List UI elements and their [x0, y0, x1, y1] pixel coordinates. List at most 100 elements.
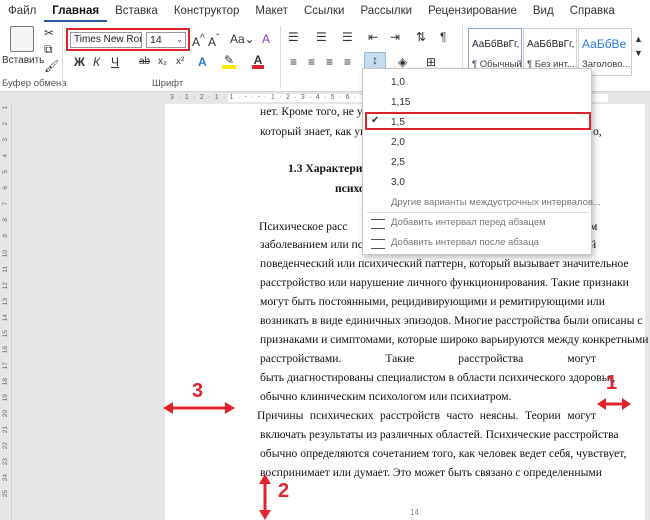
font-group-label: Шрифт — [152, 78, 184, 89]
vruler-num: 21 — [2, 426, 9, 434]
vruler-num: 10 — [2, 250, 9, 258]
font-selector-highlight: Times New Rom 14 ⌄ — [66, 28, 190, 51]
document-line: возникать в виде единичных эпизодов. Мно… — [260, 314, 643, 327]
chevron-down-icon[interactable]: ⌄ — [176, 33, 183, 47]
sort-icon[interactable]: ⇅ — [416, 30, 426, 44]
font-name-input[interactable]: Times New Rom — [70, 32, 142, 48]
vruler-num: 22 — [2, 442, 9, 450]
document-line: поведенческий или психический паттерн, к… — [260, 257, 629, 270]
space-after-icon — [371, 239, 385, 249]
vruler-num: 23 — [2, 458, 9, 466]
align-right-icon[interactable]: ≡ — [326, 55, 333, 69]
increase-indent-icon[interactable]: ⇥ — [390, 30, 400, 44]
tab-references[interactable]: Ссылки — [296, 0, 353, 22]
document-line: быть диагностированы специалистом в обла… — [260, 371, 616, 384]
document-line: расстройство или нарушение личного функц… — [260, 276, 629, 289]
spacing-option-3-0[interactable]: 3,0 — [391, 177, 405, 188]
document-line: включать результаты из различных областе… — [260, 428, 619, 441]
shading-icon[interactable]: ◈ — [398, 55, 407, 69]
strikethrough-icon[interactable]: ab — [139, 55, 150, 69]
cut-icon[interactable]: ✂ — [44, 26, 54, 40]
paste-button[interactable]: Вставить — [2, 54, 44, 68]
font-name-value: Times New Rom — [74, 34, 142, 45]
tab-layout[interactable]: Макет — [247, 0, 296, 22]
vertical-ruler[interactable]: 1 2 3 4 5 6 7 8 9 10 11 12 13 14 15 16 1… — [0, 104, 12, 520]
spacing-option-1-0[interactable]: 1,0 — [391, 77, 405, 88]
spacing-option-1-5[interactable]: 1,5 — [391, 117, 405, 128]
subscript-icon[interactable]: x₂ — [158, 55, 167, 69]
document-line: обычно клиническим психологом или психиа… — [260, 390, 512, 403]
tab-mailings[interactable]: Рассылки — [352, 0, 420, 22]
underline-icon[interactable]: Ч — [111, 55, 119, 69]
add-space-before[interactable]: Добавить интервал перед абзацем — [391, 217, 546, 228]
document-line-fragment: й — [590, 238, 597, 251]
document-line: признаками и симптомами, которые широко … — [260, 333, 649, 346]
space-before-icon — [371, 219, 385, 229]
spacing-option-1-15[interactable]: 1,15 — [391, 97, 410, 108]
font-color-icon[interactable]: A — [252, 53, 264, 69]
tab-home[interactable]: Главная — [44, 0, 108, 22]
styles-scroll-icon[interactable]: ▲ ▼ — [634, 32, 643, 60]
vruler-num: 17 — [2, 362, 9, 370]
spacing-option-2-0[interactable]: 2,0 — [391, 137, 405, 148]
tab-file[interactable]: Файл — [0, 0, 44, 22]
numbering-icon[interactable]: ☰ — [316, 30, 327, 44]
grow-font-icon[interactable]: A^ — [192, 32, 205, 49]
borders-icon[interactable]: ⊞ — [426, 55, 436, 69]
annotation-number-2: 2 — [278, 480, 290, 502]
italic-icon[interactable]: К — [93, 55, 100, 69]
vruler-num: 19 — [2, 394, 9, 402]
spacing-option-2-5[interactable]: 2,5 — [391, 157, 405, 168]
document-line-fragment: о, — [593, 125, 602, 138]
vruler-num: 14 — [2, 314, 9, 322]
vruler-num: 1 — [2, 106, 9, 110]
vruler-num: 13 — [2, 298, 9, 306]
text-effects-icon[interactable]: A — [198, 55, 207, 69]
vruler-num: 24 — [2, 474, 9, 482]
font-size-input[interactable]: 14 ⌄ — [146, 32, 186, 48]
justify-icon[interactable]: ≡ — [344, 55, 351, 69]
document-line: обычно определяются сочетанием того, как… — [260, 447, 627, 460]
shrink-font-icon[interactable]: Aˇ — [208, 32, 219, 49]
check-icon: ✔ — [371, 115, 380, 126]
font-size-value: 14 — [150, 34, 162, 46]
paste-icon[interactable] — [10, 26, 34, 52]
bullets-icon[interactable]: ☰ — [288, 30, 299, 44]
multilevel-list-icon[interactable]: ☰ — [342, 30, 353, 44]
separator — [280, 26, 281, 88]
show-marks-icon[interactable]: ¶ — [440, 30, 446, 44]
clear-formatting-icon[interactable]: A — [262, 32, 270, 46]
tab-insert[interactable]: Вставка — [107, 0, 166, 22]
vruler-num: 11 — [2, 266, 9, 273]
align-left-icon[interactable]: ≡ — [290, 55, 297, 69]
vruler-num: 12 — [2, 282, 9, 290]
align-center-icon[interactable]: ≡ — [308, 55, 315, 69]
vruler-num: 6 — [2, 186, 9, 190]
decrease-indent-icon[interactable]: ⇤ — [368, 30, 378, 44]
more-spacing-options[interactable]: Другие варианты междустрочных интервалов… — [391, 197, 601, 208]
vruler-num: 25 — [2, 490, 9, 498]
style-preview: АаБбВвГг, — [527, 39, 575, 50]
tab-design[interactable]: Конструктор — [166, 0, 248, 22]
style-preview: АаБбВе — [582, 37, 627, 51]
superscript-icon[interactable]: x² — [176, 55, 184, 69]
change-case-icon[interactable]: Aa⌄ — [230, 32, 255, 46]
vruler-num: 7 — [2, 202, 9, 206]
vruler-num: 16 — [2, 346, 9, 354]
bold-icon[interactable]: Ж — [74, 55, 85, 69]
line-spacing-menu: 1,0 1,15 ✔ 1,5 2,0 2,5 3,0 Другие вариан… — [362, 68, 601, 255]
copy-icon[interactable]: ⧉ — [44, 42, 53, 56]
separator — [62, 26, 63, 88]
vruler-num: 2 — [2, 122, 9, 126]
add-space-after[interactable]: Добавить интервал после абзаца — [391, 237, 539, 248]
tab-review[interactable]: Рецензирование — [420, 0, 525, 22]
tab-view[interactable]: Вид — [525, 0, 562, 22]
document-line: расстройствами. Такие расстройства могут — [260, 352, 596, 365]
arrow-margin-bottom — [259, 474, 271, 520]
format-painter-icon[interactable]: 🖌 — [44, 59, 59, 73]
vruler-num: 3 — [2, 138, 9, 142]
document-line: воспринимает или думает. Это может быть … — [260, 466, 602, 479]
highlight-color-icon[interactable]: ✎ — [222, 53, 236, 69]
annotation-number-3: 3 — [192, 380, 204, 402]
tab-help[interactable]: Справка — [562, 0, 623, 22]
